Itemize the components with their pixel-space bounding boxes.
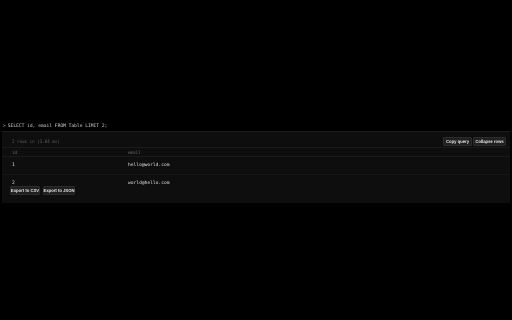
table-row[interactable]: 1 hello@world.com (2, 157, 510, 175)
export-json-button[interactable]: Export to JSON (43, 186, 75, 195)
query-line: > SELECT id, email FROM Table LIMIT 2; (3, 121, 107, 131)
results-panel: 2 rows in (3.04 ms) Copy query Collapse … (2, 131, 510, 203)
results-toolbar: 2 rows in (3.04 ms) Copy query Collapse … (2, 135, 510, 147)
cell-id: 1 (12, 163, 15, 168)
prompt-chevron: > (3, 123, 6, 129)
copy-query-button[interactable]: Copy query (443, 137, 472, 146)
row-count-status: 2 rows in (3.04 ms) (12, 138, 60, 144)
column-header-id[interactable]: id (12, 150, 17, 155)
export-csv-button[interactable]: Export to CSV (10, 186, 40, 195)
collapse-rows-button[interactable]: Collapse rows (473, 137, 506, 146)
sql-console: > SELECT id, email FROM Table LIMIT 2; 2… (0, 0, 512, 320)
query-text[interactable]: SELECT id, email FROM Table LIMIT 2; (8, 124, 108, 129)
table-header: id email (2, 147, 510, 157)
export-actions: Export to CSV Export to JSON (2, 186, 510, 196)
cell-email: hello@world.com (128, 163, 170, 168)
column-header-email[interactable]: email (128, 150, 141, 155)
